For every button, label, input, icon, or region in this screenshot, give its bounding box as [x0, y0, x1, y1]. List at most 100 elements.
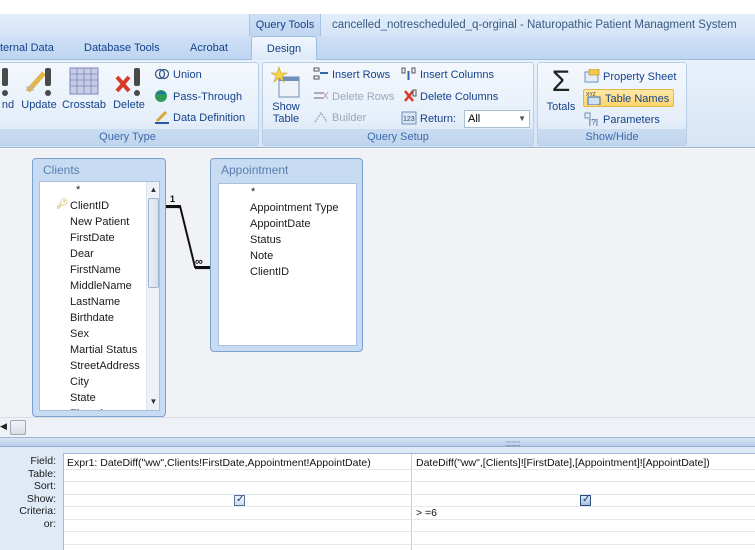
tab-design[interactable]: Design: [251, 36, 317, 61]
clients-scroll-thumb[interactable]: [148, 198, 159, 288]
clients-field[interactable]: State: [70, 390, 96, 406]
pass-through-button[interactable]: Pass-Through: [154, 88, 242, 106]
append-label: nd: [1, 99, 15, 111]
grid-cell-table[interactable]: [64, 470, 411, 482]
insert-columns-button[interactable]: Insert Columns: [401, 66, 494, 84]
insert-rows-button[interactable]: Insert Rows: [313, 66, 390, 84]
grid-cell-field[interactable]: DateDiff("ww",[Clients]![FirstDate],[App…: [413, 457, 755, 470]
appointment-field-list[interactable]: * Appointment Type AppointDate Status No…: [218, 183, 357, 346]
grid-cell-or[interactable]: [64, 520, 411, 532]
scroll-left-icon[interactable]: ◀: [0, 421, 7, 432]
clients-field[interactable]: Sex: [70, 326, 89, 342]
insert-rows-label: Insert Rows: [332, 69, 391, 81]
delete-query-button[interactable]: Delete: [111, 65, 147, 111]
group-query-type: nd Update Crosstab Delete Union Pass-Thr…: [0, 62, 259, 146]
clients-field[interactable]: StreetAddress: [70, 358, 140, 374]
grid-cell-show[interactable]: [413, 494, 755, 507]
crosstab-button[interactable]: Crosstab: [61, 65, 107, 111]
grid-cell-or[interactable]: [413, 520, 755, 532]
clients-field-list[interactable]: * 🔑︎ ClientID New Patient FirstDate Dear…: [39, 181, 160, 411]
clients-field[interactable]: City: [70, 374, 89, 390]
grid-cell-criteria[interactable]: > =6: [413, 507, 755, 520]
clients-field[interactable]: ClientID: [70, 198, 109, 214]
grid-cell-empty[interactable]: [64, 532, 411, 545]
grid-cell-criteria[interactable]: [64, 507, 411, 520]
clients-field[interactable]: New Patient: [70, 214, 129, 230]
appointment-field[interactable]: AppointDate: [250, 216, 311, 232]
grid-cell-show[interactable]: [64, 494, 411, 507]
clients-field[interactable]: Zipcode: [70, 406, 109, 410]
row-label-field: Field:: [30, 455, 56, 467]
delete-columns-button[interactable]: Delete Columns: [401, 88, 498, 106]
grid-cell-empty[interactable]: [413, 532, 755, 545]
clients-field[interactable]: FirstName: [70, 262, 121, 278]
grid-cell-sort[interactable]: [413, 482, 755, 495]
show-checkbox[interactable]: [580, 494, 591, 506]
row-label-show: Show:: [26, 492, 56, 505]
row-label-or: or:: [43, 517, 56, 530]
table-names-label: Table Names: [605, 93, 670, 105]
appointment-field[interactable]: Appointment Type: [250, 200, 338, 216]
return-label-wrap: 123 Return:: [401, 110, 456, 128]
clients-table-box[interactable]: Clients * 🔑︎ ClientID New Patient FirstD…: [32, 158, 166, 417]
grid-cell-sort[interactable]: [64, 482, 411, 495]
sigma-icon: Σ: [551, 65, 571, 98]
totals-label: Totals: [546, 101, 576, 113]
clients-field[interactable]: MiddleName: [70, 278, 132, 294]
clients-table-title[interactable]: Clients: [43, 163, 80, 177]
delete-query-icon: [111, 65, 147, 99]
union-button[interactable]: Union: [154, 66, 202, 84]
totals-button[interactable]: Σ Totals: [542, 65, 580, 113]
union-label: Union: [173, 69, 202, 81]
update-button[interactable]: Update: [19, 65, 59, 111]
grid-cell-field[interactable]: Expr1: DateDiff("ww",Clients!FirstDate,A…: [64, 457, 411, 470]
canvas-horizontal-scrollbar[interactable]: ◀: [0, 417, 755, 437]
grid-cell-table[interactable]: [413, 470, 755, 482]
grid-column-2[interactable]: DateDiff("ww",[Clients]![FirstDate],[App…: [413, 454, 755, 550]
tab-acrobat[interactable]: Acrobat: [190, 36, 228, 60]
scroll-up-icon[interactable]: ▲: [147, 184, 159, 196]
return-select[interactable]: All ▼: [464, 110, 530, 128]
appointment-table-title[interactable]: Appointment: [221, 163, 288, 177]
scroll-thumb[interactable]: [10, 420, 26, 435]
show-table-button[interactable]: Show Table: [269, 65, 303, 125]
grid-column-1[interactable]: Expr1: DateDiff("ww",Clients!FirstDate,A…: [64, 454, 412, 550]
appointment-field-all[interactable]: *: [251, 184, 255, 200]
return-icon: 123: [401, 111, 417, 125]
tab-database-tools[interactable]: Database Tools: [84, 36, 160, 60]
delete-columns-label: Delete Columns: [420, 91, 499, 103]
clients-scrollbar[interactable]: ▲ ▼: [146, 182, 159, 410]
table-names-button[interactable]: XYZ Table Names: [583, 89, 675, 107]
insert-rows-icon: [313, 67, 329, 81]
tab-external-data[interactable]: ternal Data: [0, 36, 54, 60]
clients-field[interactable]: Birthdate: [70, 310, 114, 326]
pane-splitter[interactable]: ::::::::::::: [0, 437, 755, 448]
query-design-canvas[interactable]: Clients * 🔑︎ ClientID New Patient FirstD…: [0, 149, 755, 417]
clients-field[interactable]: Martial Status: [70, 342, 137, 358]
pass-through-label: Pass-Through: [173, 91, 243, 103]
appointment-field[interactable]: Note: [250, 248, 273, 264]
row-label-sort: Sort:: [33, 480, 56, 492]
clients-field[interactable]: FirstDate: [70, 230, 115, 246]
property-sheet-button[interactable]: Property Sheet: [584, 68, 676, 86]
crosstab-label[interactable]: Crosstab: [62, 99, 106, 111]
relationship-one-label: 1: [170, 194, 176, 204]
delete-rows-label: Delete Rows: [332, 91, 395, 103]
show-checkbox[interactable]: [234, 494, 245, 506]
clients-field-all[interactable]: *: [76, 182, 80, 198]
chevron-down-icon[interactable]: ▼: [518, 111, 526, 127]
scroll-down-icon[interactable]: ▼: [147, 396, 159, 408]
append-button[interactable]: nd: [0, 65, 19, 111]
appointment-field[interactable]: Status: [250, 232, 281, 248]
clients-field[interactable]: Dear: [70, 246, 94, 262]
builder-button[interactable]: Builder: [313, 109, 366, 127]
property-sheet-icon: [584, 68, 600, 83]
show-table-label-1: Show: [272, 101, 300, 113]
appointment-field[interactable]: ClientID: [250, 264, 289, 280]
query-design-grid[interactable]: Expr1: DateDiff("ww",Clients!FirstDate,A…: [63, 453, 755, 550]
delete-rows-button[interactable]: Delete Rows: [313, 88, 394, 106]
appointment-table-box[interactable]: Appointment * Appointment Type AppointDa…: [210, 158, 363, 352]
clients-field[interactable]: LastName: [70, 294, 120, 310]
data-definition-button[interactable]: Data Definition: [154, 109, 245, 127]
parameters-button[interactable]: [?] Parameters: [584, 111, 660, 129]
